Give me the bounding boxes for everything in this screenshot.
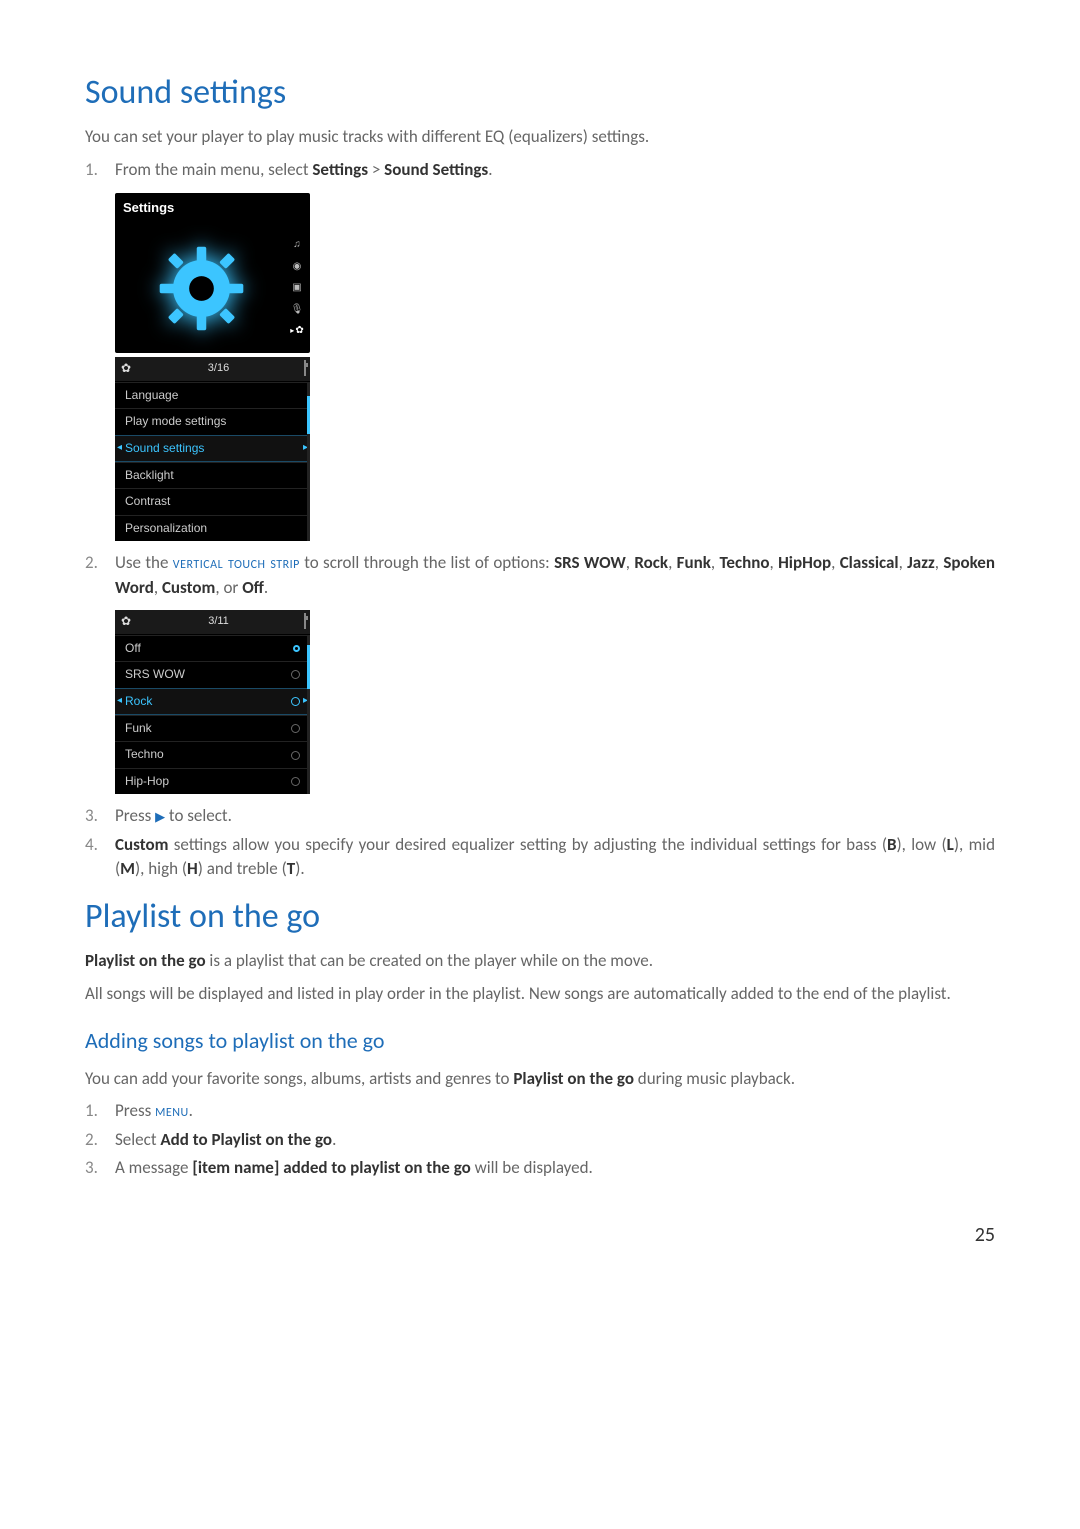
radio-icon <box>291 777 300 786</box>
play-icon: ▶ <box>155 810 165 825</box>
intro-text: You can set your player to play music tr… <box>85 125 995 150</box>
step-number: 3. <box>85 804 115 829</box>
step-number: 1. <box>85 158 115 183</box>
list-item: Contrast <box>115 488 310 514</box>
device-title: Settings <box>115 193 310 224</box>
instructions-list-1: 1. From the main menu, select Settings >… <box>85 158 995 183</box>
add-step-1: 1. Press menu. <box>85 1099 995 1124</box>
mic-icon: 🎙 <box>291 303 304 318</box>
list-item: Hip-Hop <box>115 768 310 794</box>
step-number: 2. <box>85 1128 115 1153</box>
step-text: Select Add to Playlist on the go. <box>115 1128 995 1153</box>
step-number: 4. <box>85 833 115 882</box>
step-4: 4. Custom settings allow you specify you… <box>85 833 995 882</box>
playlist-p2: All songs will be displayed and listed i… <box>85 982 995 1007</box>
page-number: 25 <box>85 1221 995 1250</box>
radio-icon <box>291 724 300 733</box>
list-item: Off <box>115 635 310 661</box>
radio-icon <box>291 697 300 706</box>
step-number: 2. <box>85 551 115 600</box>
scrollbar-thumb <box>307 396 310 434</box>
heading-playlist-on-the-go: Playlist on the go <box>85 892 995 941</box>
step-text: From the main menu, select Settings > So… <box>115 158 995 183</box>
step-text: Use the vertical touch strip to scroll t… <box>115 551 995 600</box>
gear-icon: ✿ <box>119 613 133 630</box>
list-item-selected: Sound settings <box>115 435 310 462</box>
instructions-list-3: 3. Press ▶ to select. 4. Custom settings… <box>85 804 995 882</box>
device-screenshot-eq-list: ✿ 3/11 Off SRS WOW Rock Funk Techno Hip-… <box>115 610 310 794</box>
playlist-p1: Playlist on the go is a playlist that ca… <box>85 949 995 974</box>
list-item: Personalization <box>115 515 310 541</box>
list-item: Techno <box>115 741 310 767</box>
step-text: A message [item name] added to playlist … <box>115 1156 995 1181</box>
device-screenshot-settings-home: Settings <box>115 193 310 354</box>
instructions-list-4: 1. Press menu. 2. Select Add to Playlist… <box>85 1099 995 1181</box>
list-item: Play mode settings <box>115 408 310 434</box>
list-item: Backlight <box>115 462 310 488</box>
list-item: Language <box>115 382 310 408</box>
add-step-2: 2. Select Add to Playlist on the go. <box>85 1128 995 1153</box>
list-counter: 3/11 <box>208 614 229 630</box>
list-header: ✿ 3/16 <box>115 357 310 381</box>
battery-icon <box>304 613 306 630</box>
radio-icon <box>291 751 300 760</box>
step-text: Custom settings allow you specify your d… <box>115 833 995 882</box>
list-item-selected: Rock <box>115 688 310 715</box>
radio-icon <box>291 670 300 679</box>
heading-sound-settings: Sound settings <box>85 68 995 117</box>
add-step-3: 3. A message [item name] added to playli… <box>85 1156 995 1181</box>
gear-icon <box>154 241 249 336</box>
step-number: 3. <box>85 1156 115 1181</box>
step-2: 2. Use the vertical touch strip to scrol… <box>85 551 995 600</box>
gear-area <box>115 223 288 353</box>
side-menu-icons: ♫ ◉ ▣ 🎙 ▸✿ <box>288 223 310 353</box>
radio-icon: ▣ <box>292 281 301 296</box>
scrollbar-thumb <box>307 645 310 689</box>
radio-selected-icon <box>293 645 300 652</box>
step-number: 1. <box>85 1099 115 1124</box>
step-3: 3. Press ▶ to select. <box>85 804 995 829</box>
device-screenshot-settings-list: ✿ 3/16 Language Play mode settings Sound… <box>115 357 310 541</box>
step-text: Press menu. <box>115 1099 995 1124</box>
list-item: SRS WOW <box>115 661 310 687</box>
gear-icon: ✿ <box>119 360 133 377</box>
subheading-adding-songs: Adding songs to playlist on the go <box>85 1025 995 1057</box>
photo-icon: ◉ <box>293 260 302 275</box>
list-header: ✿ 3/11 <box>115 610 310 634</box>
battery-icon <box>304 360 306 377</box>
step-text: Press ▶ to select. <box>115 804 995 829</box>
step-1: 1. From the main menu, select Settings >… <box>85 158 995 183</box>
playlist-p3: You can add your favorite songs, albums,… <box>85 1067 995 1092</box>
list-item: Funk <box>115 715 310 741</box>
list-counter: 3/16 <box>208 361 229 377</box>
settings-icon-row: ▸✿ <box>290 324 303 339</box>
music-icon: ♫ <box>293 238 301 253</box>
instructions-list-2: 2. Use the vertical touch strip to scrol… <box>85 551 995 600</box>
